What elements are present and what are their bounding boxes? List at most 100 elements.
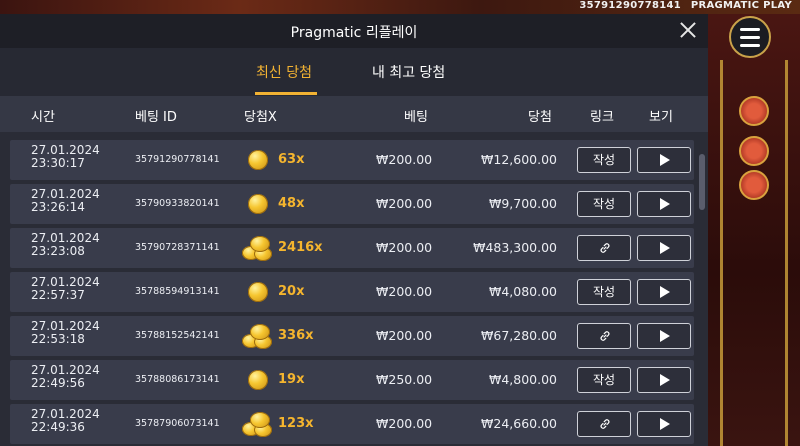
play-icon: [660, 286, 670, 298]
row-datetime: 27.01.2024 22:49:56: [31, 364, 100, 390]
lantern-ornament-icon: [739, 170, 769, 200]
link-icon: [600, 419, 610, 429]
row-datetime: 27.01.2024 22:53:18: [31, 320, 100, 346]
row-time: 22:49:36: [31, 420, 85, 434]
tab-my-best-wins[interactable]: 내 최고 당첨: [372, 62, 445, 82]
play-replay-button[interactable]: [637, 411, 691, 437]
list-scrollbar[interactable]: [699, 136, 705, 446]
row-bet-id: 35790933820141: [135, 198, 220, 209]
table-row: 27.01.2024 22:49:36 35787906073141 123x ₩…: [10, 404, 694, 444]
coin-icon: [242, 366, 272, 394]
create-link-button[interactable]: 작성: [577, 191, 631, 217]
row-bet-id: 35787906073141: [135, 418, 220, 429]
row-bet: ₩200.00: [376, 196, 433, 211]
table-header: 시간 베팅 ID 당첨X 베팅 당첨 링크 보기: [0, 96, 708, 132]
play-replay-button[interactable]: [637, 235, 691, 261]
row-datetime: 27.01.2024 22:49:36: [31, 408, 100, 434]
row-bet: ₩250.00: [376, 372, 433, 387]
row-date: 27.01.2024: [31, 143, 100, 157]
table-row: 27.01.2024 22:53:18 35788152542141 336x ₩…: [10, 316, 694, 356]
row-datetime: 27.01.2024 23:26:14: [31, 188, 100, 214]
coin-icon: [242, 146, 272, 174]
row-bet: ₩200.00: [376, 152, 433, 167]
column-header-view: 보기: [649, 110, 673, 125]
row-bet-id: 35791290778141: [135, 154, 220, 165]
scrollbar-thumb[interactable]: [699, 154, 705, 210]
top-bar-info: 35791290778141 PRAGMATIC PLAY: [579, 0, 792, 11]
row-time: 22:49:56: [31, 376, 85, 390]
link-icon: [600, 331, 610, 341]
create-link-button[interactable]: 작성: [577, 367, 631, 393]
play-replay-button[interactable]: [637, 279, 691, 305]
row-multiplier: 19x: [278, 372, 305, 387]
play-icon: [660, 418, 670, 430]
play-replay-button[interactable]: [637, 323, 691, 349]
row-date: 27.01.2024: [31, 319, 100, 333]
table-row: 27.01.2024 23:26:14 35790933820141 48x ₩2…: [10, 184, 694, 224]
row-multiplier: 63x: [278, 152, 305, 167]
coin-pile-icon: [242, 410, 272, 438]
tab-latest-wins[interactable]: 최신 당첨: [256, 62, 312, 82]
create-link-button[interactable]: 작성: [577, 147, 631, 173]
table-row: 27.01.2024 23:23:08 35790728371141 2416x …: [10, 228, 694, 268]
create-link-button[interactable]: 작성: [577, 279, 631, 305]
copy-link-button[interactable]: [577, 323, 631, 349]
row-date: 27.01.2024: [31, 231, 100, 245]
column-header-multiplier: 당첨X: [244, 110, 277, 125]
column-header-time: 시간: [31, 110, 55, 125]
replay-modal: Pragmatic 리플레이 최신 당첨 내 최고 당첨 시간 베팅 ID 당첨…: [0, 14, 708, 446]
game-menu-button[interactable]: [729, 16, 771, 58]
row-win: ₩4,800.00: [488, 372, 557, 387]
copy-link-button[interactable]: [577, 235, 631, 261]
coin-icon: [242, 278, 272, 306]
row-datetime: 27.01.2024 22:57:37: [31, 276, 100, 302]
gold-rail-left: [720, 60, 723, 446]
row-datetime: 27.01.2024 23:23:08: [31, 232, 100, 258]
table-row: 27.01.2024 22:57:37 35788594913141 20x ₩2…: [10, 272, 694, 312]
row-multiplier: 20x: [278, 284, 305, 299]
row-time: 22:53:18: [31, 332, 85, 346]
menu-icon: [740, 27, 760, 31]
tab-bar: 최신 당첨 내 최고 당첨: [0, 48, 708, 96]
play-replay-button[interactable]: [637, 147, 691, 173]
gold-rail-right: [785, 60, 788, 446]
brand-label: PRAGMATIC PLAY: [690, 0, 792, 11]
row-date: 27.01.2024: [31, 407, 100, 421]
active-tab-indicator: [255, 92, 317, 95]
table-row: 27.01.2024 22:49:56 35788086173141 19x ₩2…: [10, 360, 694, 400]
play-replay-button[interactable]: [637, 191, 691, 217]
row-bet-id: 35788152542141: [135, 330, 220, 341]
top-bet-id: 35791290778141: [579, 0, 682, 11]
row-time: 23:23:08: [31, 244, 85, 258]
row-bet-id: 35790728371141: [135, 242, 220, 253]
play-icon: [660, 330, 670, 342]
row-date: 27.01.2024: [31, 187, 100, 201]
row-datetime: 27.01.2024 23:30:17: [31, 144, 100, 170]
row-date: 27.01.2024: [31, 275, 100, 289]
row-win: ₩483,300.00: [473, 240, 557, 255]
column-header-link: 링크: [590, 110, 614, 125]
play-icon: [660, 154, 670, 166]
row-bet-id: 35788594913141: [135, 286, 220, 297]
play-replay-button[interactable]: [637, 367, 691, 393]
row-multiplier: 2416x: [278, 240, 323, 255]
row-bet: ₩200.00: [376, 416, 433, 431]
row-multiplier: 336x: [278, 328, 314, 343]
close-icon[interactable]: [678, 20, 698, 40]
lantern-ornament-icon: [739, 136, 769, 166]
row-win: ₩12,600.00: [481, 152, 557, 167]
row-bet-id: 35788086173141: [135, 374, 220, 385]
row-multiplier: 48x: [278, 196, 305, 211]
column-header-bet: 베팅: [404, 110, 428, 125]
modal-header: Pragmatic 리플레이: [0, 14, 708, 48]
copy-link-button[interactable]: [577, 411, 631, 437]
table-row: 27.01.2024 23:30:17 35791290778141 63x ₩2…: [10, 140, 694, 180]
row-win: ₩67,280.00: [481, 328, 557, 343]
column-header-bet-id: 베팅 ID: [135, 110, 177, 125]
row-date: 27.01.2024: [31, 363, 100, 377]
column-header-win: 당첨: [528, 110, 552, 125]
link-icon: [600, 243, 610, 253]
play-icon: [660, 242, 670, 254]
row-multiplier: 123x: [278, 416, 314, 431]
row-win: ₩9,700.00: [488, 196, 557, 211]
